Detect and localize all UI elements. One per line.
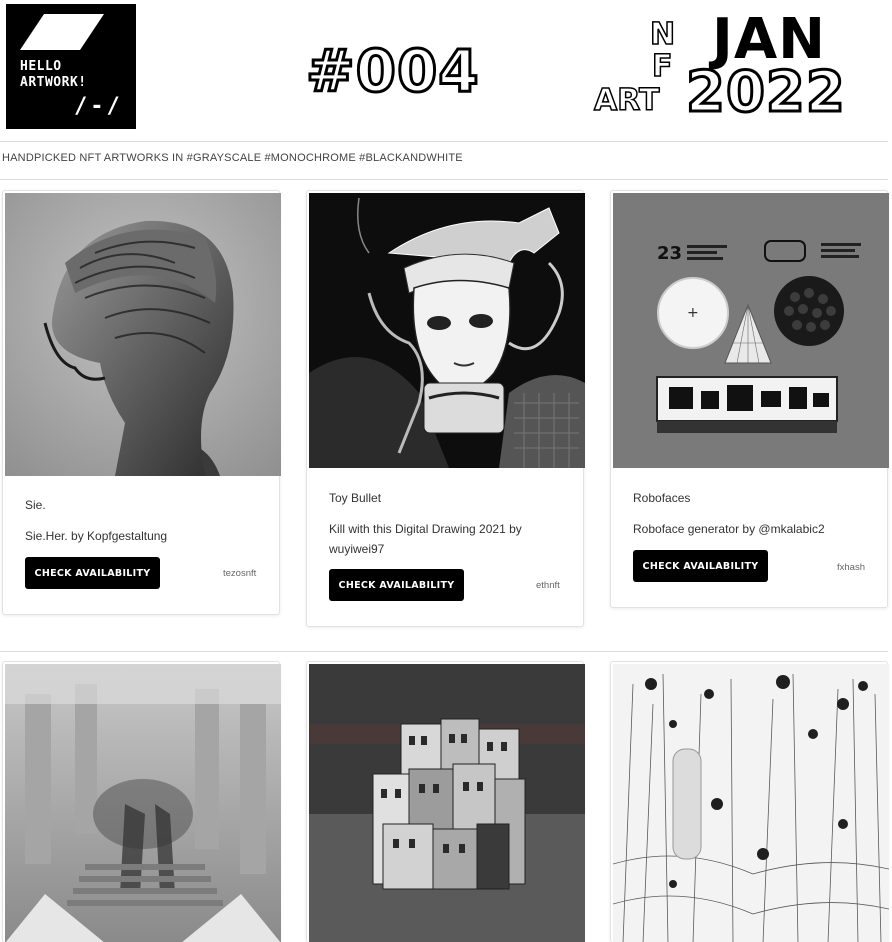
check-availability-button[interactable]: CHECK AVAILABILITY	[329, 569, 464, 601]
card-description: Kill with this Digital Drawing 2021 by w…	[329, 522, 522, 556]
robofaces-number: 23	[657, 243, 682, 264]
row-divider	[0, 651, 888, 652]
card-title: Toy Bullet	[329, 491, 382, 505]
header-divider	[0, 141, 888, 142]
card-description: Roboface generator by @mkalabic2	[633, 522, 825, 536]
artwork-image-row2-3[interactable]	[613, 664, 889, 942]
artwork-card-toy-bullet: Toy Bullet Kill with this Digital Drawin…	[306, 190, 585, 627]
artwork-card-row2-2	[306, 661, 585, 942]
artwork-image-robofaces[interactable]: 23 +	[613, 193, 889, 468]
check-availability-button[interactable]: CHECK AVAILABILITY	[633, 550, 768, 582]
svg-text:+: +	[687, 305, 699, 321]
logo-text: HELLO ARTWORK!	[20, 59, 130, 91]
page-header: HELLO ARTWORK! /-/ #004 N F ART JAN 2022	[0, 0, 892, 140]
logo-line-1: HELLO	[20, 59, 62, 74]
artwork-card-robofaces: 23 + Robofaces Roboface generator by @mk…	[610, 190, 889, 608]
nf-letter-art: ART	[593, 83, 660, 118]
artwork-card-sie: Sie. Sie.Her. by Kopfgestaltung CHECK AV…	[2, 190, 281, 615]
artwork-card-row2-1	[2, 661, 281, 942]
hello-artwork-logo[interactable]: HELLO ARTWORK! /-/	[6, 4, 136, 129]
nf-letter-n: N	[649, 17, 676, 52]
artwork-card-row2-3	[610, 661, 889, 942]
tagline: HANDPICKED NFT ARTWORKS IN #GRAYSCALE #M…	[2, 152, 463, 164]
artwork-image-row2-1[interactable]	[5, 664, 281, 942]
platform-label[interactable]: tezosnft	[223, 568, 256, 579]
card-description: Sie.Her. by Kopfgestaltung	[25, 529, 168, 543]
card-title: Sie.	[25, 498, 46, 512]
artwork-image-row2-2[interactable]	[309, 664, 585, 942]
check-availability-button[interactable]: CHECK AVAILABILITY	[25, 557, 160, 589]
logo-line-2: ARTWORK!	[20, 75, 87, 90]
logo-parallelogram-icon	[20, 14, 104, 50]
logo-mark: /-/	[74, 94, 123, 119]
tagline-divider	[0, 179, 888, 180]
card-title: Robofaces	[633, 491, 691, 505]
artwork-image-sie[interactable]	[5, 193, 281, 476]
platform-label[interactable]: ethnft	[536, 580, 560, 591]
nft-art-wordmark: N F ART	[593, 17, 684, 120]
issue-year: 2022	[685, 60, 847, 125]
issue-number: #004	[305, 36, 481, 107]
artwork-image-toy-bullet[interactable]	[309, 193, 585, 468]
nf-letter-f: F	[651, 49, 673, 84]
platform-label[interactable]: fxhash	[837, 562, 865, 573]
